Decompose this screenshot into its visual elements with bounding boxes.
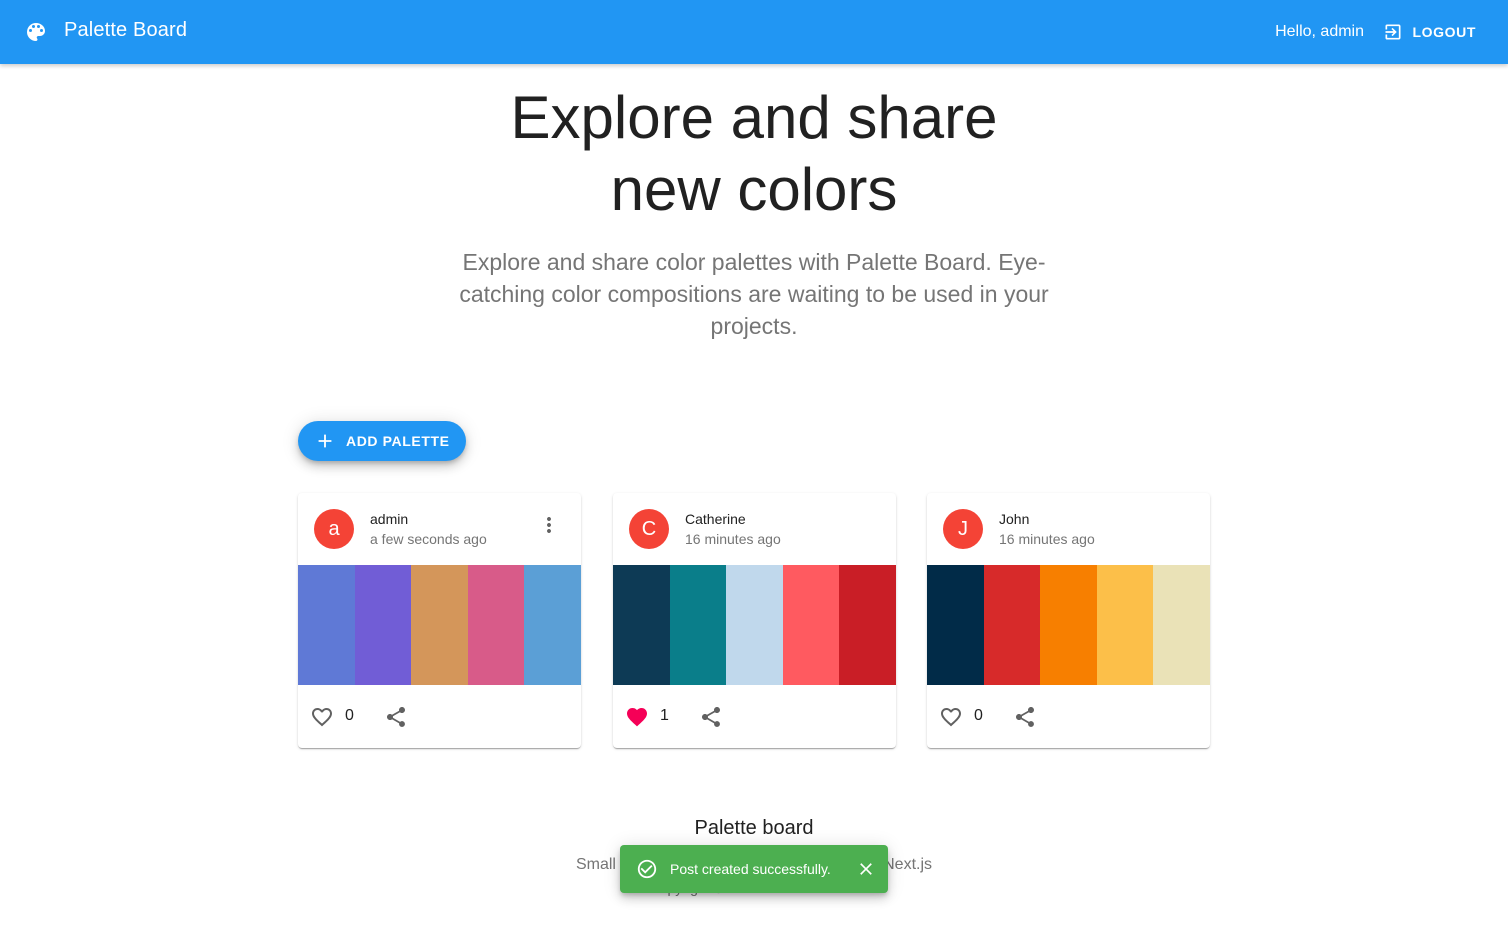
card-time: 16 minutes ago <box>685 531 781 547</box>
hero-title-line-2: new colors <box>610 156 898 223</box>
palette-swatches <box>298 565 581 685</box>
hero-subtitle: Explore and share color palettes with Pa… <box>459 249 1049 339</box>
palette-card-1: a admin a few seconds ago 0 <box>298 493 581 748</box>
card-actions: 0 <box>927 693 1210 741</box>
color-swatch[interactable] <box>1096 565 1154 685</box>
hero-title: Explore and share new colors <box>0 82 1508 226</box>
like-count: 0 <box>974 707 983 724</box>
like-count: 1 <box>660 707 669 724</box>
card-author: John <box>999 511 1030 527</box>
logout-icon <box>1385 24 1401 40</box>
color-swatch[interactable] <box>839 565 896 685</box>
color-swatch[interactable] <box>782 565 840 685</box>
app-bar: Palette Board Hello, admin LOGOUT <box>0 0 1508 64</box>
card-time: a few seconds ago <box>370 531 487 547</box>
share-icon[interactable] <box>699 705 723 729</box>
color-swatch[interactable] <box>927 565 984 685</box>
add-palette-label: ADD PALETTE <box>346 433 450 449</box>
plus-icon <box>318 434 332 448</box>
palette-swatches <box>927 565 1210 685</box>
card-actions: 1 <box>613 693 896 741</box>
success-snackbar: Post created successfully. <box>620 845 888 893</box>
close-icon[interactable] <box>856 859 876 879</box>
color-swatch[interactable] <box>1153 565 1210 685</box>
color-swatch[interactable] <box>354 565 412 685</box>
share-icon[interactable] <box>384 705 408 729</box>
share-icon[interactable] <box>1013 705 1037 729</box>
add-palette-button[interactable]: ADD PALETTE <box>298 421 466 461</box>
color-swatch[interactable] <box>524 565 581 685</box>
hero-title-line-1: Explore and share <box>510 84 998 151</box>
card-time: 16 minutes ago <box>999 531 1095 547</box>
app-title: Palette Board <box>64 19 188 41</box>
user-greeting: Hello, admin <box>1275 23 1364 40</box>
check-circle-icon <box>637 859 657 879</box>
color-swatch[interactable] <box>1040 565 1097 685</box>
snackbar-message: Post created successfully. <box>670 861 831 877</box>
card-author: Catherine <box>685 511 746 527</box>
palette-icon <box>27 23 45 41</box>
avatar: C <box>629 509 669 549</box>
color-swatch[interactable] <box>983 565 1041 685</box>
heart-filled-icon[interactable] <box>625 705 649 729</box>
footer-title: Palette board <box>694 817 814 839</box>
palette-card-3: J John 16 minutes ago 0 <box>927 493 1210 748</box>
heart-outline-icon[interactable] <box>310 705 334 729</box>
heart-outline-icon[interactable] <box>939 705 963 729</box>
palette-card-2: C Catherine 16 minutes ago 1 <box>613 493 896 748</box>
logout-button[interactable]: LOGOUT <box>1375 16 1484 48</box>
color-swatch[interactable] <box>726 565 783 685</box>
palette-swatches <box>613 565 896 685</box>
card-actions: 0 <box>298 693 581 741</box>
more-vert-icon[interactable] <box>537 513 561 537</box>
avatar: J <box>943 509 983 549</box>
color-swatch[interactable] <box>411 565 468 685</box>
color-swatch[interactable] <box>669 565 727 685</box>
color-swatch[interactable] <box>613 565 670 685</box>
like-count: 0 <box>345 707 354 724</box>
color-swatch[interactable] <box>467 565 525 685</box>
card-author: admin <box>370 511 409 527</box>
avatar: a <box>314 509 354 549</box>
color-swatch[interactable] <box>298 565 355 685</box>
logout-label: LOGOUT <box>1412 24 1476 40</box>
